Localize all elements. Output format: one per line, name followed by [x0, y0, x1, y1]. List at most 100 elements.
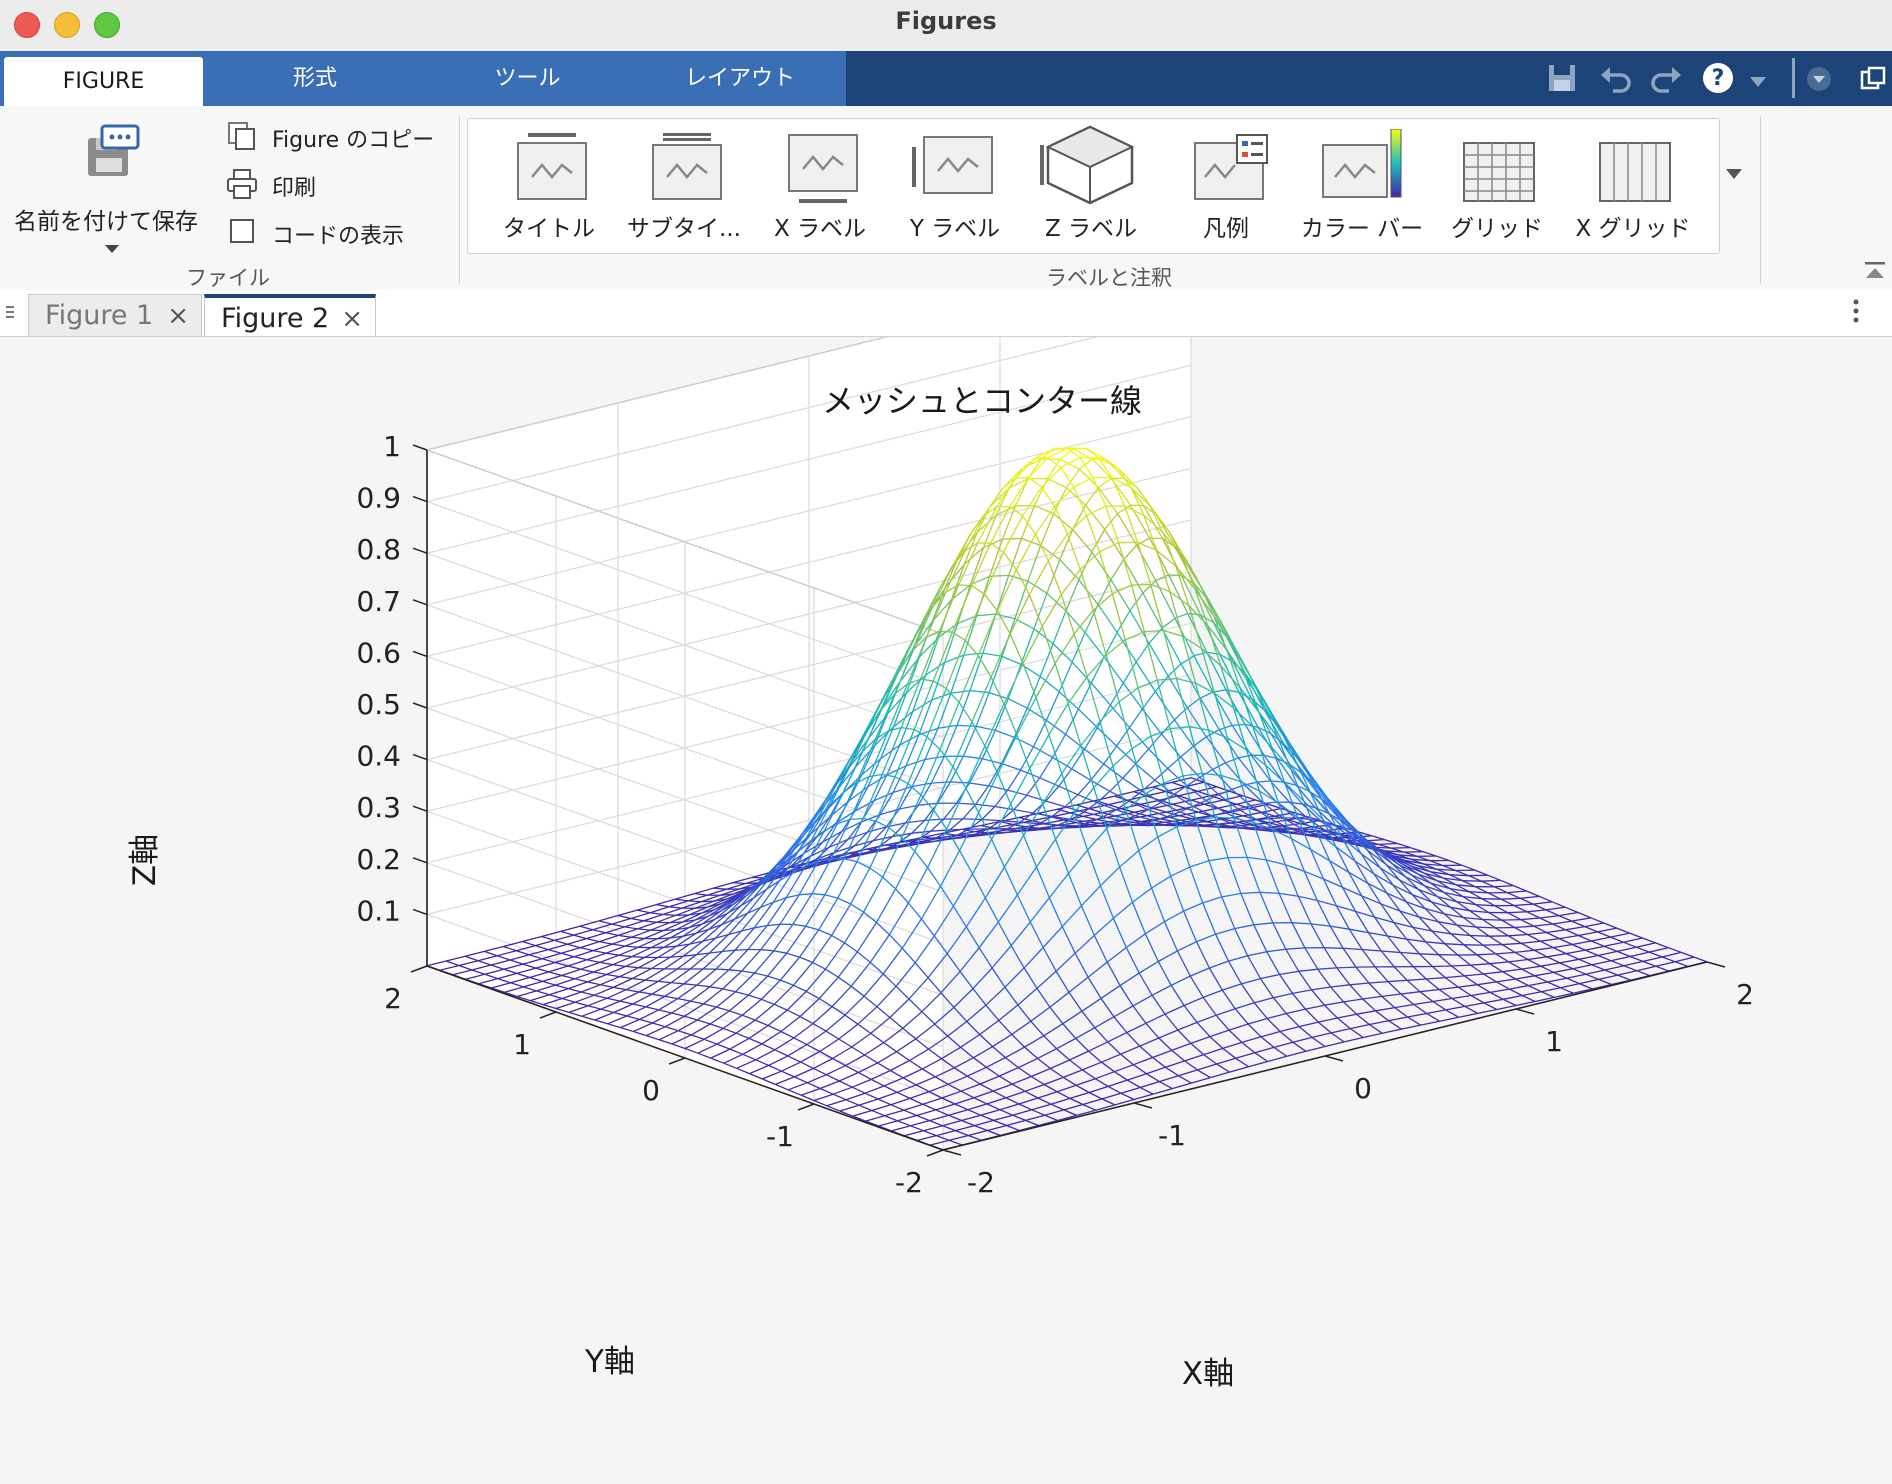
- mesh-line: [1292, 1036, 1313, 1043]
- mesh-line: [1521, 940, 1541, 944]
- annotation-gallery: タイトル サブタイ... X ラベル Y ラベル Z ラベル 凡例 カラー バー: [467, 118, 1720, 254]
- mesh-line: [1546, 956, 1561, 964]
- mesh-line: [1240, 983, 1255, 1004]
- figure-canvas[interactable]: -2 -1 0 1 2 -2 -1 0 1 2 0.1 0.2 0.3 0.4 0.5 0.6 0.7 0.8 0.…: [0, 337, 1892, 1484]
- mesh-line: [1119, 972, 1140, 987]
- tab-format[interactable]: 形式: [205, 51, 425, 106]
- mesh-line: [1388, 1020, 1402, 1030]
- mesh-line: [1152, 1049, 1172, 1059]
- mesh-line: [1127, 1073, 1147, 1081]
- mesh-line: [1063, 1103, 1084, 1111]
- gallery-item-grid[interactable]: グリッド: [1432, 119, 1562, 253]
- show-code-checkbox[interactable]: [230, 219, 254, 243]
- gallery-label: 凡例: [1203, 216, 1249, 242]
- mesh-line: [961, 1119, 975, 1127]
- print-button[interactable]: 印刷: [226, 168, 386, 202]
- mesh-line: [1355, 966, 1370, 984]
- mesh-line: [1501, 918, 1521, 921]
- mesh-line: [960, 1083, 981, 1092]
- gallery-item-xlabel[interactable]: X ラベル: [755, 119, 885, 253]
- gallery-item-subtitle[interactable]: サブタイ...: [619, 119, 749, 253]
- z-tick-mark: [412, 702, 428, 709]
- mesh-line: [1558, 915, 1573, 922]
- mesh-line: [1221, 892, 1242, 898]
- close-icon[interactable]: ×: [167, 295, 189, 337]
- mesh-line: [1367, 932, 1382, 952]
- mesh-line: [967, 1103, 988, 1111]
- mesh-line: [1526, 909, 1547, 913]
- mesh-line: [992, 1090, 1007, 1099]
- undo-icon[interactable]: [1594, 51, 1638, 106]
- mesh-line: [1546, 931, 1560, 940]
- gallery-item-xgrid[interactable]: X グリッド: [1568, 119, 1698, 253]
- mesh-line: [1445, 975, 1465, 979]
- mesh-line: [1197, 1069, 1211, 1079]
- save-as-button[interactable]: 名前を付けて保存: [10, 120, 210, 260]
- mesh-line: [1565, 949, 1586, 955]
- redo-icon[interactable]: [1644, 51, 1688, 106]
- z-tick-label: 0.3: [356, 791, 401, 824]
- mesh-line: [1219, 724, 1233, 731]
- mesh-line: [1316, 900, 1331, 927]
- mesh-line: [715, 968, 729, 971]
- collapse-ribbon-button[interactable]: [1864, 260, 1888, 282]
- mesh-line: [1470, 991, 1491, 997]
- mesh-line: [1212, 689, 1227, 693]
- mesh-line: [1139, 1086, 1154, 1095]
- mesh-line: [1074, 812, 1089, 851]
- tab-figure-1[interactable]: Figure 1 ×: [28, 294, 202, 336]
- undock-icon[interactable]: [1858, 51, 1888, 106]
- mesh-line: [1082, 1103, 1097, 1111]
- mesh-line: [1310, 923, 1325, 949]
- mesh-line: [1292, 989, 1312, 995]
- mesh-line: [850, 817, 864, 821]
- mesh-line: [1435, 855, 1450, 862]
- show-code-button[interactable]: コードの表示: [226, 216, 426, 250]
- mesh-line: [1533, 925, 1547, 934]
- gallery-item-colorbar[interactable]: カラー バー: [1297, 119, 1427, 253]
- mesh-line: [1082, 1069, 1096, 1080]
- tab-figure[interactable]: FIGURE: [4, 57, 203, 106]
- mesh-line: [940, 970, 961, 994]
- subtitle-icon: [652, 133, 722, 200]
- help-icon[interactable]: ?: [1700, 51, 1736, 106]
- drag-handle-icon[interactable]: [6, 302, 16, 324]
- toolstrip-options-icon[interactable]: [1804, 51, 1834, 106]
- mesh-line: [1337, 1013, 1357, 1019]
- mesh-line: [1616, 927, 1630, 934]
- mesh-line: [1444, 943, 1459, 956]
- mesh-line: [1311, 923, 1331, 927]
- tab-tools[interactable]: ツール: [420, 51, 635, 106]
- tab-figure-2[interactable]: Figure 2 ×: [204, 294, 376, 336]
- gallery-item-title[interactable]: タイトル: [484, 119, 614, 253]
- mesh-line: [1425, 941, 1445, 945]
- gallery-item-ylabel[interactable]: Y ラベル: [890, 119, 1020, 253]
- mesh-line: [1131, 583, 1151, 586]
- mesh-line: [1342, 947, 1357, 968]
- mesh-line: [1285, 947, 1305, 950]
- mesh-line: [1112, 918, 1127, 948]
- mesh-line: [1578, 934, 1592, 942]
- gallery-item-zlabel[interactable]: Z ラベル: [1026, 119, 1156, 253]
- mesh-line: [1336, 967, 1351, 986]
- close-icon[interactable]: ×: [341, 298, 363, 340]
- mesh-line: [1022, 835, 1038, 868]
- mesh-line: [1419, 988, 1440, 993]
- mesh-line: [1131, 902, 1147, 935]
- copy-figure-button[interactable]: Figure のコピー: [226, 120, 456, 154]
- mesh-line: [1526, 911, 1541, 919]
- tab-layout[interactable]: レイアウト: [630, 51, 850, 106]
- gallery-item-legend[interactable]: 凡例: [1161, 119, 1291, 253]
- gallery-expand-button[interactable]: [1722, 146, 1746, 206]
- save-icon[interactable]: [1542, 51, 1582, 106]
- mesh-line: [1311, 989, 1325, 1006]
- mesh-line: [1138, 850, 1153, 889]
- mesh-line: [1093, 935, 1108, 963]
- surface-plot[interactable]: -2 -1 0 1 2 -2 -1 0 1 2 0.1 0.2 0.3 0.4 0.5 0.6 0.7 0.8 0.…: [0, 337, 1892, 1484]
- mesh-line: [1648, 951, 1663, 958]
- help-dropdown-icon[interactable]: [1744, 51, 1772, 106]
- mesh-line: [1158, 1029, 1179, 1039]
- mesh-line: [1043, 1035, 1058, 1050]
- mesh-line: [638, 967, 652, 970]
- more-options-icon[interactable]: [1852, 298, 1866, 328]
